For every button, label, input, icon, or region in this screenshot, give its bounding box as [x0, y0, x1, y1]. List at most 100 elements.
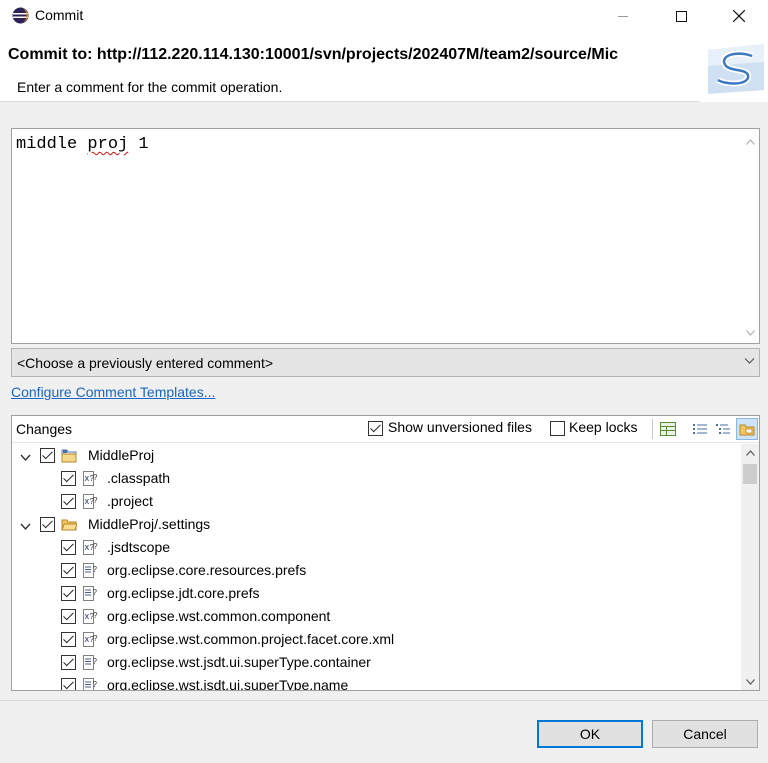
xml-file-icon: X??	[82, 540, 98, 555]
svg-text:?: ?	[93, 680, 98, 689]
scroll-up-arrow-icon[interactable]	[741, 444, 759, 461]
tree-item-label: .jsdtscope	[107, 539, 171, 555]
tree-item-checkbox[interactable]	[61, 632, 76, 647]
svg-text:?: ?	[93, 634, 98, 643]
footer-divider	[0, 700, 768, 701]
svg-text:?: ?	[93, 565, 98, 574]
tree-list-icon	[716, 424, 730, 434]
maximize-icon	[675, 10, 687, 22]
eclipse-icon	[12, 7, 29, 24]
tree-item-checkbox[interactable]	[61, 609, 76, 624]
changes-panel: Changes Show unversioned files Keep lock…	[11, 415, 760, 691]
project-folder-icon	[61, 448, 77, 463]
tree-item-label: org.eclipse.wst.common.project.facet.cor…	[107, 631, 395, 647]
tree-row[interactable]: X?? .classpath	[12, 467, 742, 490]
tree-item-checkbox[interactable]	[61, 655, 76, 670]
tree-item-label: org.eclipse.wst.common.component	[107, 608, 331, 624]
svg-text:?: ?	[93, 473, 98, 482]
tree-item-label: .classpath	[107, 470, 171, 486]
select-all-button[interactable]	[657, 418, 679, 440]
text-file-icon: ?	[82, 586, 98, 601]
cancel-button[interactable]: Cancel	[652, 720, 758, 748]
tree-row[interactable]: ? org.eclipse.jdt.core.prefs	[12, 582, 742, 605]
tree-item-label: MiddleProj	[88, 447, 155, 463]
keep-locks-checkbox[interactable]	[550, 421, 565, 436]
svg-text:?: ?	[93, 588, 98, 597]
tree-item-label: MiddleProj/.settings	[88, 516, 211, 532]
scroll-down-arrow-icon[interactable]	[741, 673, 759, 690]
close-icon	[733, 10, 745, 22]
tree-item-checkbox[interactable]	[40, 448, 55, 463]
dialog-header: Commit to: http://112.220.114.130:10001/…	[0, 32, 768, 102]
title-bar: Commit	[0, 0, 768, 32]
tree-item-checkbox[interactable]	[61, 540, 76, 555]
configure-comment-templates-link[interactable]: Configure Comment Templates...	[11, 384, 215, 400]
svg-text:?: ?	[93, 611, 98, 620]
scroll-down-arrow-icon[interactable]	[742, 324, 759, 341]
minimize-button[interactable]	[600, 0, 646, 32]
tree-item-checkbox[interactable]	[61, 494, 76, 509]
text-file-icon: ?	[82, 655, 98, 670]
tree-row[interactable]: MiddleProj/.settings	[12, 513, 742, 536]
tree-item-label: org.eclipse.jdt.core.prefs	[107, 585, 260, 601]
ok-button[interactable]: OK	[537, 720, 643, 748]
folder-icon	[61, 517, 78, 532]
text-file-icon: ?	[82, 678, 98, 690]
xml-file-icon: X??	[82, 609, 98, 624]
tree-row[interactable]: X?? org.eclipse.wst.common.project.facet.…	[12, 628, 742, 651]
text-file-icon: ?	[82, 563, 98, 578]
svg-text:?: ?	[93, 542, 98, 551]
maximize-button[interactable]	[658, 0, 704, 32]
minimize-icon	[617, 15, 628, 17]
chevron-down-icon[interactable]	[20, 519, 31, 531]
window-title: Commit	[35, 7, 84, 23]
commit-comment-value: middle proj 1	[16, 135, 149, 154]
tree-row[interactable]: X?? .jsdtscope	[12, 536, 742, 559]
dialog-description: Enter a comment for the commit operation…	[17, 79, 283, 95]
show-unversioned-label: Show unversioned files	[388, 419, 532, 435]
compressed-folders-button[interactable]	[736, 418, 758, 440]
changes-label: Changes	[16, 421, 73, 437]
tree-item-label: org.eclipse.wst.jsdt.ui.superType.contai…	[107, 654, 371, 670]
xml-file-icon: X??	[82, 494, 98, 509]
changes-tree[interactable]: MiddleProj X?? .classpath X?? .project Middle…	[12, 444, 742, 690]
previous-comment-dropdown[interactable]: <Choose a previously entered comment>	[11, 348, 760, 377]
show-unversioned-checkbox[interactable]	[368, 421, 383, 436]
xml-file-icon: X??	[82, 632, 98, 647]
svg-text:?: ?	[93, 496, 98, 505]
close-button[interactable]	[716, 0, 762, 32]
chevron-down-icon	[744, 358, 755, 364]
previous-comment-selected: <Choose a previously entered comment>	[17, 355, 274, 371]
tree-item-checkbox[interactable]	[61, 471, 76, 486]
tree-item-label: org.eclipse.core.resources.prefs	[107, 562, 307, 578]
changes-scrollbar[interactable]	[741, 444, 759, 690]
tree-item-label: org.eclipse.wst.jsdt.ui.superType.name	[107, 677, 349, 690]
scrollbar-thumb[interactable]	[743, 464, 757, 484]
commit-comment-textarea[interactable]: middle proj 1	[11, 128, 760, 344]
comment-scrollbar[interactable]	[742, 129, 759, 343]
tree-mode-button[interactable]	[712, 418, 734, 440]
tree-item-label: .project	[107, 493, 153, 509]
tree-item-checkbox[interactable]	[40, 517, 55, 532]
tree-row[interactable]: MiddleProj	[12, 444, 742, 467]
chevron-down-icon[interactable]	[20, 450, 31, 462]
tree-item-checkbox[interactable]	[61, 563, 76, 578]
changes-toolbar: Changes Show unversioned files Keep lock…	[12, 416, 759, 443]
scroll-up-arrow-icon[interactable]	[742, 133, 759, 150]
tree-row[interactable]: ? org.eclipse.wst.jsdt.ui.superType.name	[12, 674, 742, 690]
flat-mode-button[interactable]	[689, 418, 711, 440]
keep-locks-label: Keep locks	[569, 419, 638, 435]
tree-row[interactable]: X?? .project	[12, 490, 742, 513]
tree-row[interactable]: ? org.eclipse.core.resources.prefs	[12, 559, 742, 582]
xml-file-icon: X??	[82, 471, 98, 486]
folder-icon	[739, 424, 755, 436]
misspelled-word: proj	[87, 135, 129, 154]
svg-text:?: ?	[93, 657, 98, 666]
svn-commit-banner-icon	[700, 32, 768, 102]
tree-item-checkbox[interactable]	[61, 586, 76, 601]
commit-target-title: Commit to: http://112.220.114.130:10001/…	[8, 46, 619, 63]
tree-item-checkbox[interactable]	[61, 678, 76, 690]
tree-row[interactable]: X?? org.eclipse.wst.common.component	[12, 605, 742, 628]
tree-row[interactable]: ? org.eclipse.wst.jsdt.ui.superType.conta…	[12, 651, 742, 674]
toolbar-separator	[652, 419, 653, 439]
